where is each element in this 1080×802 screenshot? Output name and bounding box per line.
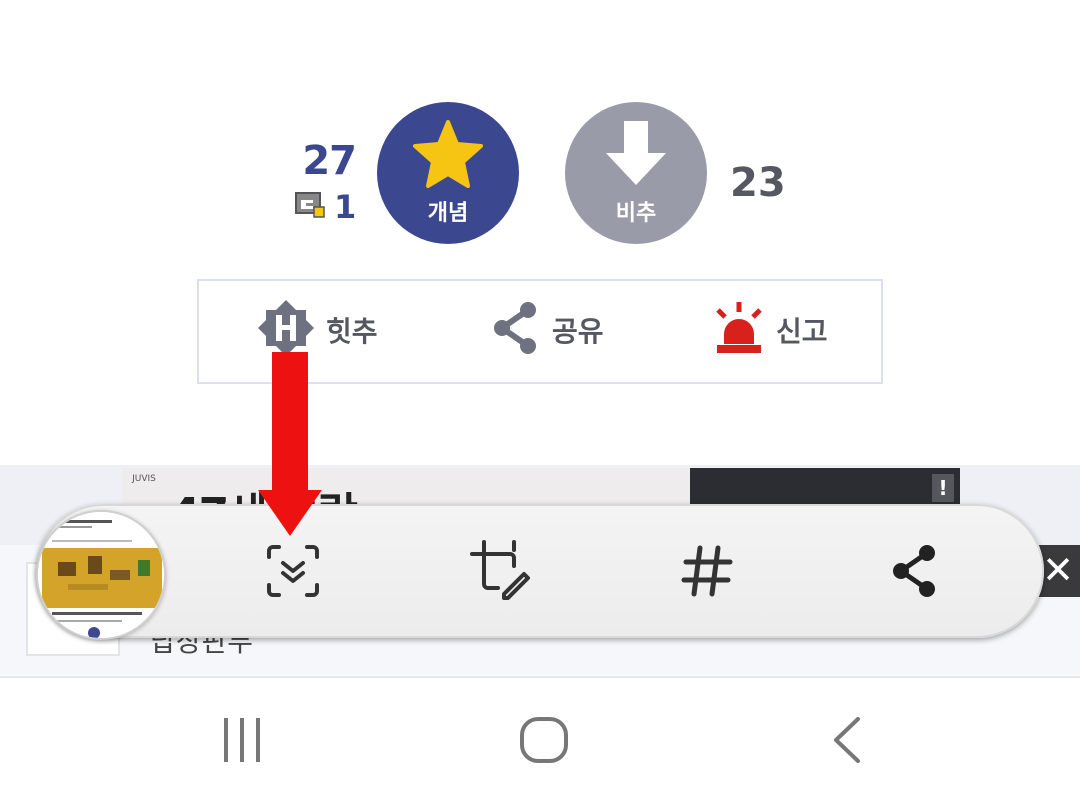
comment-count[interactable]: 1 (294, 188, 356, 226)
comment-count-value: 1 (334, 188, 357, 226)
hit-label: 힛추 (326, 315, 378, 348)
share-action-button[interactable]: 공유 (490, 300, 604, 360)
back-icon (828, 715, 864, 769)
star-icon (411, 119, 485, 193)
crop-edit-icon (468, 538, 534, 608)
share-screenshot-button[interactable] (880, 538, 950, 608)
scroll-capture-button[interactable] (258, 538, 328, 608)
back-button[interactable] (806, 712, 886, 772)
home-icon (518, 715, 570, 769)
share-label: 공유 (552, 315, 604, 348)
share-icon (889, 543, 941, 603)
recents-button[interactable] (202, 712, 282, 772)
home-button[interactable] (504, 712, 584, 772)
hashtag-icon (678, 542, 736, 604)
annotation-arrow-head (258, 490, 322, 536)
annotation-arrow-shaft (272, 352, 308, 492)
screenshot-preview-thumbnail[interactable] (36, 510, 166, 640)
share-icon (490, 300, 542, 360)
crop-edit-button[interactable] (466, 538, 536, 608)
comment-icon (294, 190, 326, 224)
hashtag-button[interactable] (672, 538, 742, 608)
downvote-count: 23 (730, 160, 786, 206)
upvote-button[interactable]: 개념 (377, 102, 519, 244)
upvote-count: 27 (302, 138, 357, 184)
recents-icon (220, 716, 264, 768)
ad-brand-logo: JUVIS (132, 474, 156, 484)
upvote-label: 개념 (427, 201, 469, 226)
ad-info-badge[interactable]: ! (932, 474, 954, 502)
downvote-label: 비추 (615, 201, 657, 226)
report-button[interactable]: 신고 (712, 300, 828, 360)
arrow-down-icon (604, 119, 668, 193)
scroll-capture-icon (263, 541, 323, 605)
report-label: 신고 (776, 315, 828, 348)
downvote-button[interactable]: 비추 (565, 102, 707, 244)
hit-recommend-button[interactable]: 힛추 (256, 300, 378, 360)
siren-icon (712, 300, 766, 360)
